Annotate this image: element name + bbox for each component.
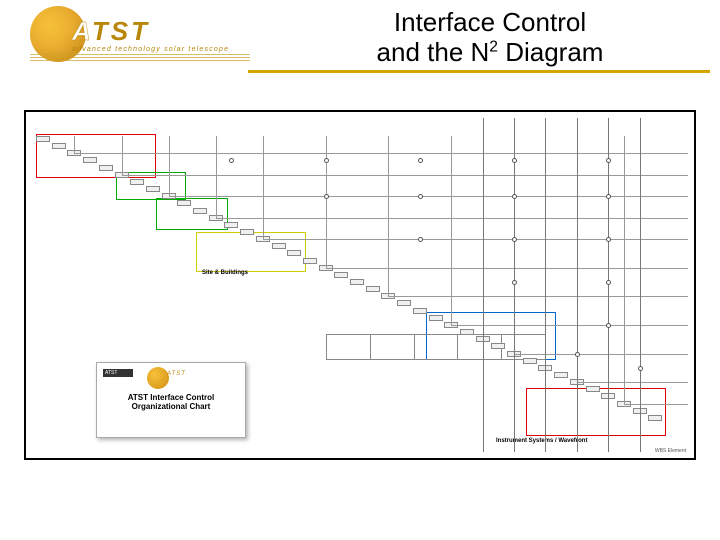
mini-col: [415, 335, 459, 359]
h-connector: [577, 382, 688, 383]
wbs-cell: [523, 358, 537, 364]
wbs-cell: [52, 143, 66, 149]
v-connector: [388, 136, 389, 296]
wbs-cell: [272, 243, 286, 249]
interface-mark: [512, 194, 517, 199]
v-connector: [74, 136, 75, 153]
interface-mark: [512, 158, 517, 163]
header: ATST advanced technology solar telescope…: [0, 0, 720, 80]
logo-text: ATST: [72, 16, 150, 47]
slide: ATST advanced technology solar telescope…: [0, 0, 720, 540]
wbs-cell: [366, 286, 380, 292]
inset-title: ATST Interface Control Organizational Ch…: [97, 393, 245, 411]
v-connector: [624, 136, 625, 404]
interface-mark: [418, 158, 423, 163]
n2-diagram: Site & Buildings Instrument Systems / Wa…: [26, 112, 694, 458]
logo: ATST advanced technology solar telescope: [30, 6, 240, 68]
logo-rules: [30, 54, 250, 63]
interface-mark: [512, 280, 517, 285]
h-connector: [74, 153, 688, 154]
inset-org-chart: ATST ATST ATST Interface Control Organiz…: [96, 362, 246, 438]
v-connector-tall: [483, 118, 484, 452]
interface-mark: [606, 323, 611, 328]
wbs-cell: [586, 386, 600, 392]
interface-mark: [512, 237, 517, 242]
wbs-cell: [177, 200, 191, 206]
wbs-cell: [83, 157, 97, 163]
mini-col: [327, 335, 371, 359]
wbs-cell: [429, 315, 443, 321]
v-connector-tall: [514, 118, 515, 452]
inset-brand: ATST: [167, 371, 186, 377]
h-connector: [326, 268, 688, 269]
v-connector: [216, 136, 217, 218]
wbs-cell: [491, 343, 505, 349]
v-connector: [169, 136, 170, 196]
wbs-cell: [554, 372, 568, 378]
wbs-cell: [334, 272, 348, 278]
logo-letter-a: A: [72, 16, 92, 46]
interface-mark: [324, 194, 329, 199]
interface-mark: [229, 158, 234, 163]
title-line1: Interface Control: [394, 7, 586, 37]
interface-mark: [324, 158, 329, 163]
interface-mark: [606, 194, 611, 199]
v-connector: [451, 136, 452, 325]
wbs-cell: [287, 250, 301, 256]
v-connector-tall: [608, 118, 609, 452]
inset-title-1: ATST Interface Control: [128, 393, 215, 402]
v-connector: [122, 136, 123, 175]
h-connector: [624, 404, 688, 405]
wbs-cell: [350, 279, 364, 285]
wbs-cell: [303, 258, 317, 264]
wbs-cell: [240, 229, 254, 235]
title-sup: 2: [489, 38, 498, 55]
inset-bar: ATST: [103, 369, 133, 377]
title-line2-pre: and the N: [377, 37, 490, 67]
v-connector: [326, 136, 327, 268]
inset-sun-icon: [147, 367, 169, 389]
n2-diagram-frame: Site & Buildings Instrument Systems / Wa…: [24, 110, 696, 460]
interface-mark: [606, 237, 611, 242]
wbs-cell: [648, 415, 662, 421]
wbs-cell: [193, 208, 207, 214]
wbs-cell: [146, 186, 160, 192]
wbs-cell: [36, 136, 50, 142]
inset-title-2: Organizational Chart: [132, 402, 211, 411]
wbs-cell: [460, 329, 474, 335]
interface-mark: [418, 237, 423, 242]
interface-mark: [606, 158, 611, 163]
v-connector-tall: [545, 118, 546, 452]
logo-letters-rest: TST: [92, 16, 150, 46]
wbs-cell: [413, 308, 427, 314]
wbs-cell: [397, 300, 411, 306]
title-line2-post: Diagram: [498, 37, 603, 67]
h-connector: [451, 325, 688, 326]
v-connector-tall: [640, 118, 641, 452]
interface-mark: [575, 352, 580, 357]
wbs-cell: [130, 179, 144, 185]
mini-col: [371, 335, 415, 359]
label-site-buildings: Site & Buildings: [202, 270, 248, 276]
interface-mark: [606, 280, 611, 285]
h-connector: [122, 175, 689, 176]
gold-rule: [248, 70, 710, 73]
interface-mark: [638, 366, 643, 371]
legend-tiny: WBS Element: [655, 448, 686, 454]
interface-mark: [418, 194, 423, 199]
label-lower-right: Instrument Systems / Wavefront: [496, 438, 587, 444]
wbs-cell: [224, 222, 238, 228]
v-connector: [263, 136, 264, 239]
wbs-cell: [99, 165, 113, 171]
v-connector-tall: [577, 118, 578, 452]
logo-subtext: advanced technology solar telescope: [72, 46, 229, 53]
h-connector: [514, 354, 688, 355]
slide-title: Interface Control and the N2 Diagram: [280, 8, 700, 68]
h-connector: [388, 296, 688, 297]
